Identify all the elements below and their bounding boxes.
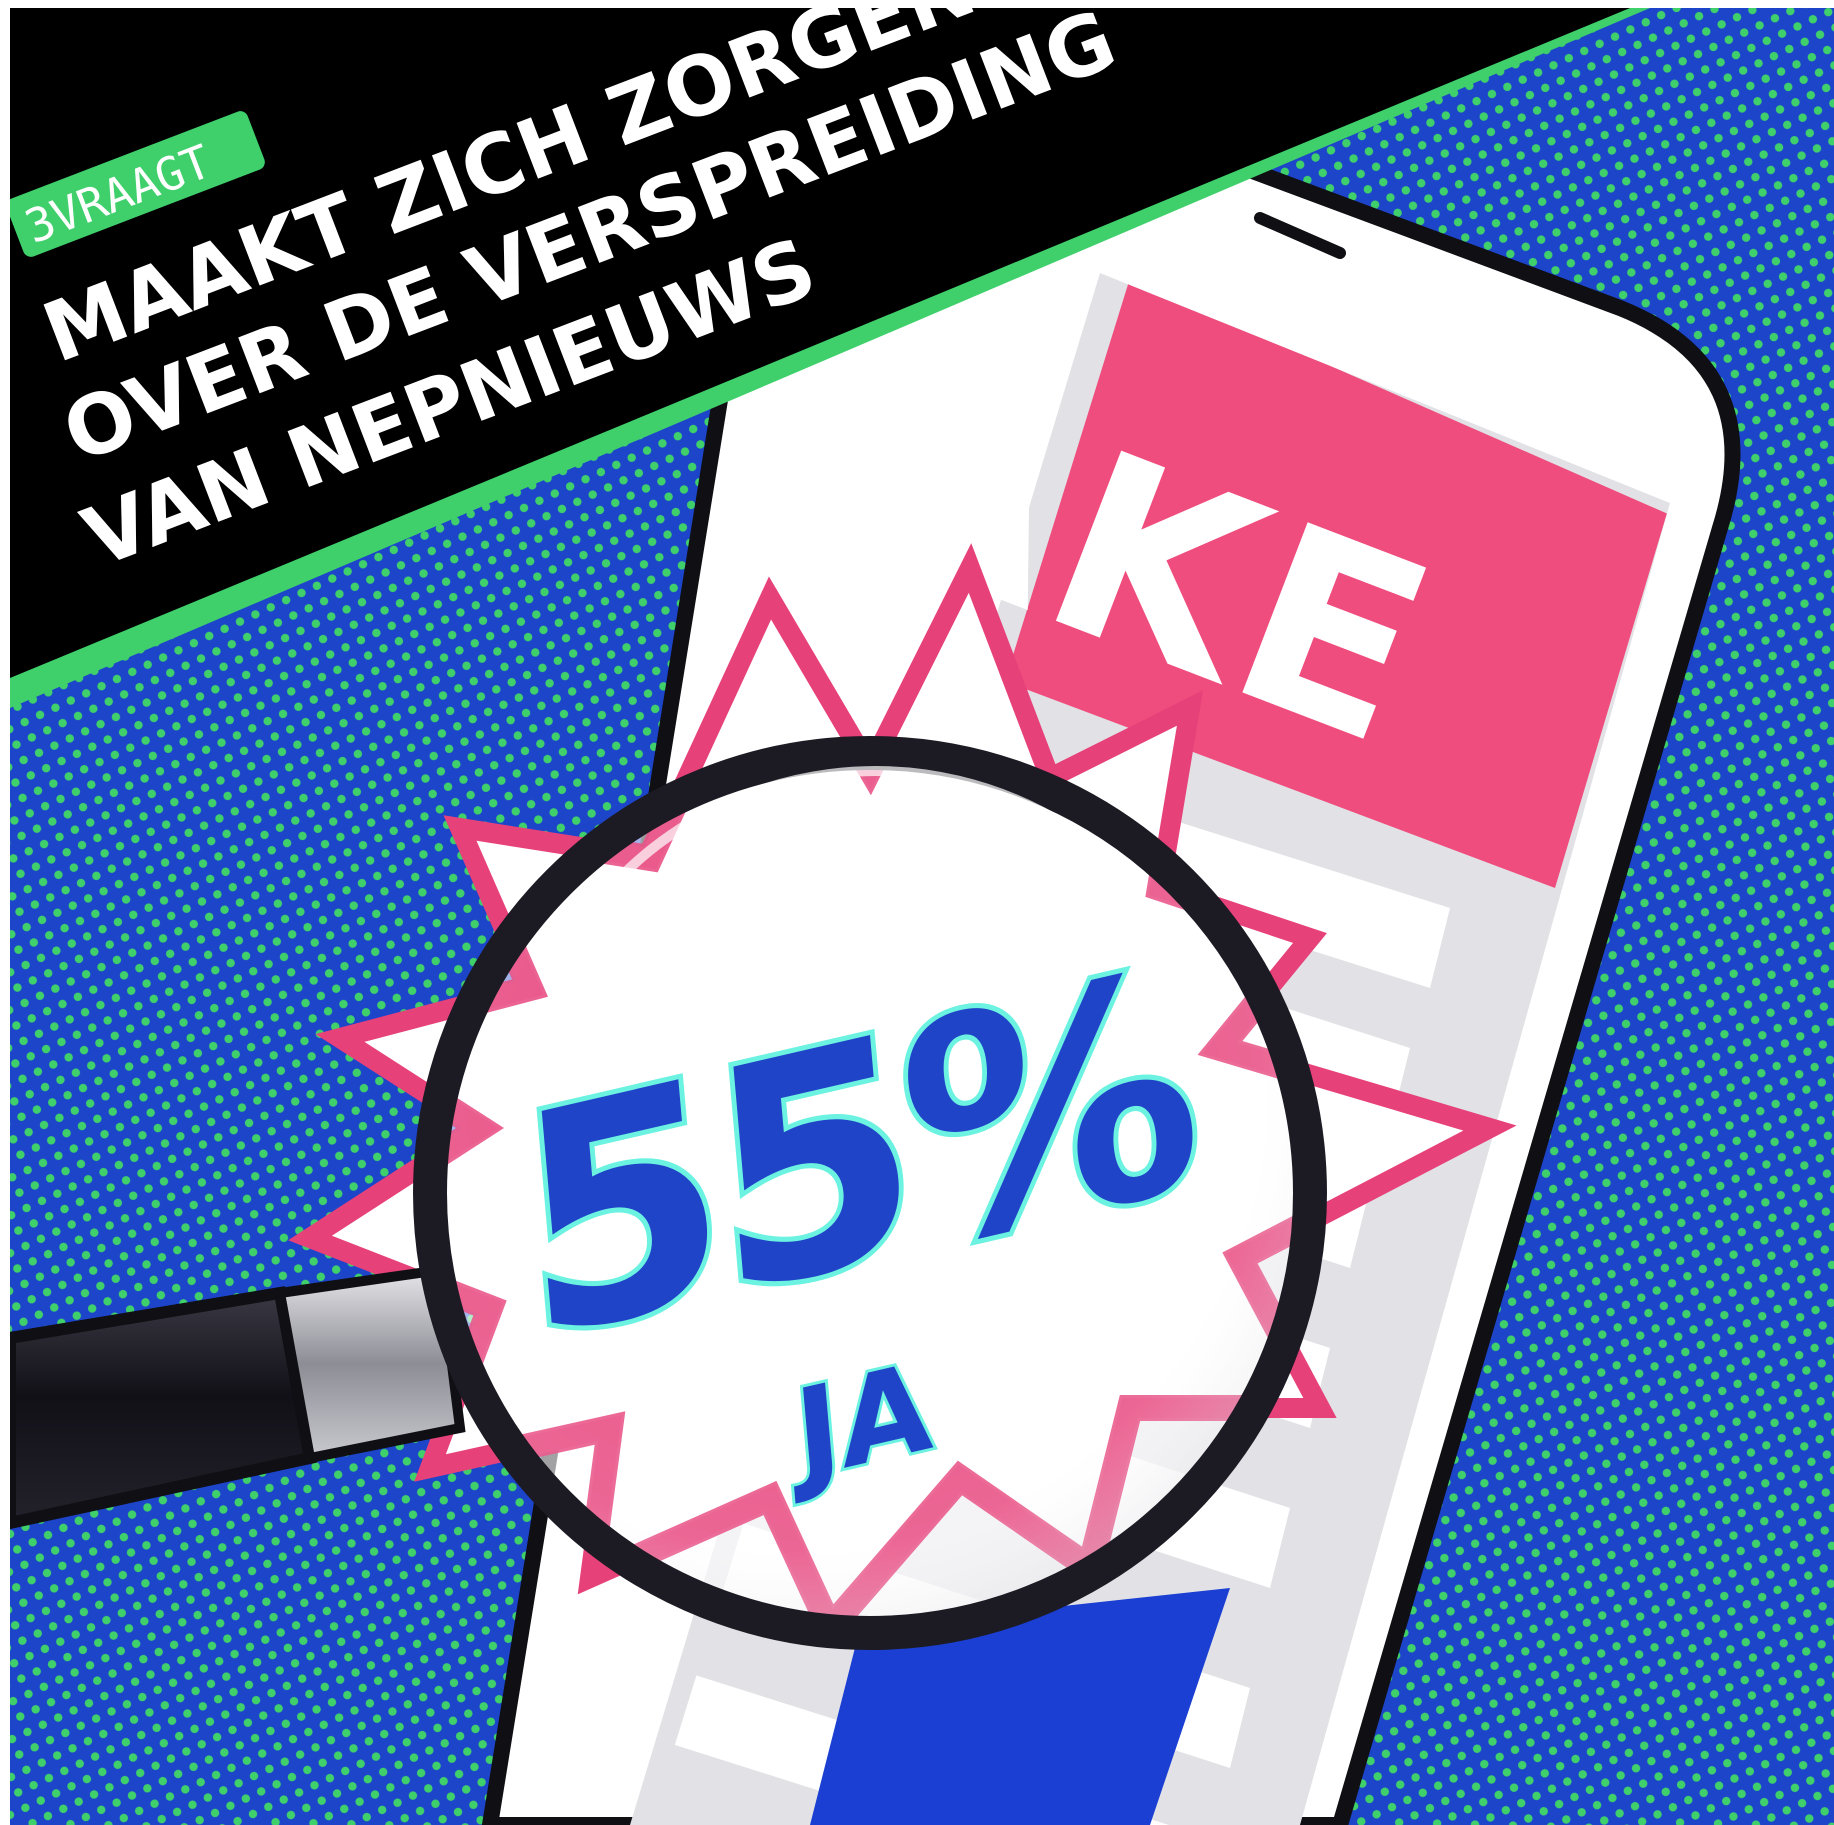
illustration-frame: FAKE 55% JA 3VRAAGT MAAKT ZICH ZORGEN OV… [10, 8, 1834, 1825]
poster-illustration: FAKE 55% JA 3VRAAGT MAAKT ZICH ZORGEN OV… [10, 8, 1834, 1825]
